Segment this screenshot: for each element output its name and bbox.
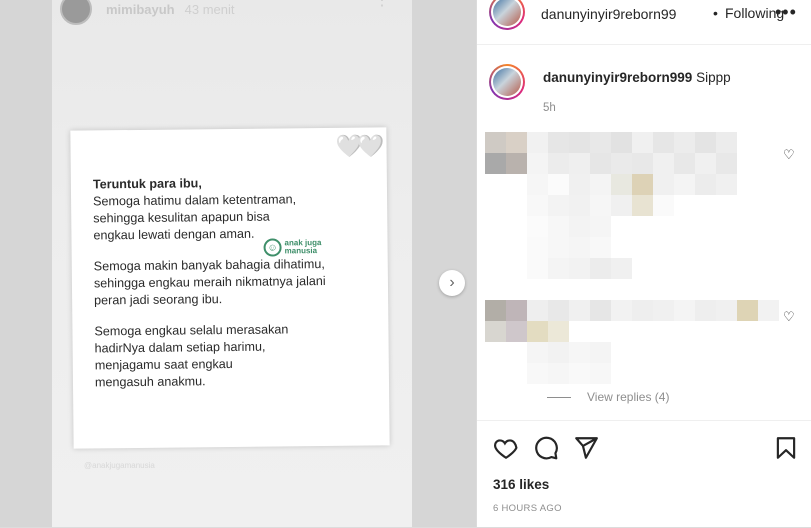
- logo-icon: ☺: [263, 238, 282, 257]
- comment-icon[interactable]: [533, 435, 559, 461]
- bookmark-icon[interactable]: [773, 435, 799, 461]
- poem-stanza-1: Semoga hatimu dalam ketentraman, sehingg…: [93, 192, 297, 243]
- action-bar: 316 likes 6 HOURS AGO: [477, 420, 811, 528]
- replies-divider: [547, 396, 571, 398]
- next-slide-button[interactable]: ›: [439, 270, 465, 296]
- post-header: danunyinyir9reborn99 • Following •••: [477, 0, 811, 45]
- header-username[interactable]: danunyinyir9reborn99: [541, 6, 676, 22]
- logo-text: anak juga manusia: [284, 238, 322, 256]
- story-username: mimibayuh: [106, 1, 175, 17]
- anak-juga-manusia-logo: ☺ anak juga manusia: [263, 238, 324, 257]
- header-avatar[interactable]: [489, 0, 525, 30]
- more-options-icon[interactable]: •••: [775, 2, 797, 23]
- caption-username[interactable]: danunyinyir9reborn999: [543, 70, 692, 85]
- comment-1-blurred: [485, 132, 758, 279]
- hearts-decoration: 🤍🤍: [335, 133, 379, 159]
- share-icon[interactable]: [573, 435, 599, 461]
- like-comment-1-icon[interactable]: ♡: [783, 147, 795, 163]
- quote-card: 🤍🤍 Teruntuk para ibu, Semoga hatimu dala…: [70, 127, 390, 449]
- caption-text: Sippp: [696, 70, 731, 85]
- story-time: 43 menit: [184, 1, 235, 17]
- caption: danunyinyir9reborn999 Sippp: [543, 70, 731, 85]
- post-details-panel: danunyinyir9reborn99 • Following ••• dan…: [476, 0, 811, 527]
- likes-count[interactable]: 316 likes: [493, 477, 549, 492]
- story-watermark: @anakjugamanusia: [84, 461, 155, 470]
- header-separator: •: [713, 5, 718, 21]
- heart-icon[interactable]: [493, 435, 519, 461]
- story-header: mimibayuh 43 menit: [60, 0, 235, 25]
- view-replies-label: View replies (4): [587, 390, 670, 404]
- caption-avatar[interactable]: [489, 64, 525, 100]
- poem-text: Teruntuk para ibu, Semoga hatimu dalam k…: [93, 173, 385, 405]
- view-replies-button[interactable]: View replies (4): [547, 390, 669, 404]
- post-media: mimibayuh 43 menit ⋮ @anakjugamanusia 🤍🤍…: [0, 0, 476, 527]
- post-timestamp: 6 HOURS AGO: [493, 503, 562, 514]
- comment-2-blurred: [485, 300, 779, 384]
- poem-title: Teruntuk para ibu,: [92, 176, 202, 192]
- chevron-right-icon: ›: [449, 274, 455, 291]
- story-avatar: [60, 0, 92, 25]
- like-comment-2-icon[interactable]: ♡: [783, 309, 795, 325]
- caption-time: 5h: [543, 102, 556, 114]
- poem-stanza-2: Semoga makin banyak bahagia dihatimu, se…: [93, 257, 326, 308]
- poem-stanza-3: Semoga engkau selalu merasakan hadirNya …: [94, 322, 289, 390]
- story-more-icon: ⋮: [374, 0, 390, 9]
